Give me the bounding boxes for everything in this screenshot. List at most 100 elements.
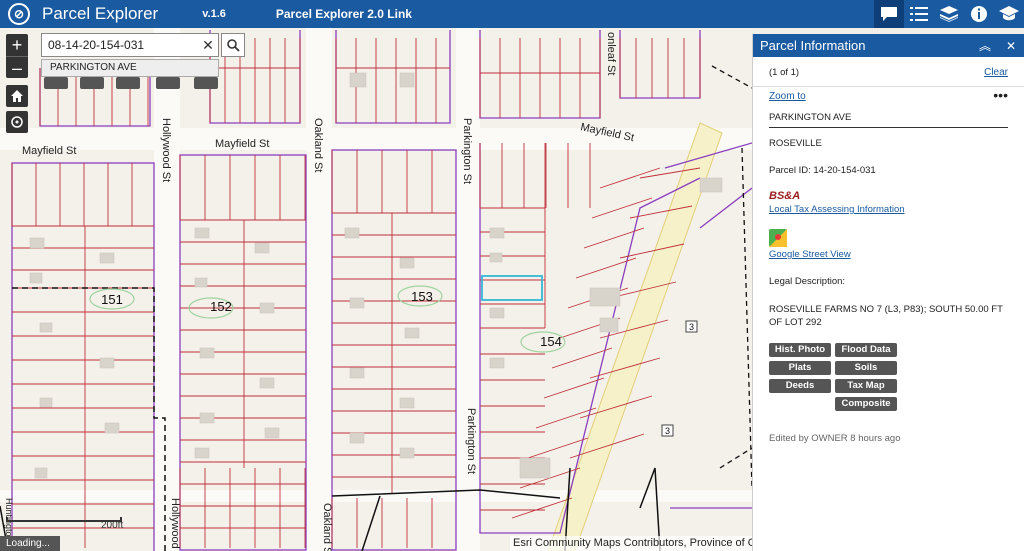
close-panel-icon[interactable]: ✕ (998, 39, 1024, 53)
panel-title: Parcel Information (760, 38, 866, 53)
parcel-address: PARKINGTON AVE (769, 112, 1008, 128)
building (34, 467, 48, 479)
map-tool-button[interactable] (156, 77, 180, 89)
street-label: Mayfield St (22, 145, 76, 157)
info-icon[interactable] (964, 0, 994, 28)
street-label: Parkington St (461, 118, 473, 184)
map-tool-button[interactable] (44, 77, 68, 89)
search-button[interactable] (221, 33, 245, 57)
street-label: Oakland St (321, 503, 333, 551)
collapse-panel-icon[interactable]: ︽ (972, 37, 998, 54)
parcel-map[interactable]: 151 152 153 154 Mayfield St Mayfield St … (0, 28, 752, 551)
block-label: 153 (411, 289, 433, 304)
map-canvas[interactable]: 151 152 153 154 Mayfield St Mayfield St … (0, 28, 752, 551)
building (349, 367, 365, 379)
home-icon (11, 90, 23, 102)
building (489, 252, 503, 263)
tax-map-button[interactable]: Tax Map (835, 379, 897, 393)
layers-icon[interactable] (934, 0, 964, 28)
building (194, 227, 210, 239)
parcel-line (591, 197, 653, 219)
block-label: 152 (210, 299, 232, 314)
bsa-logo[interactable]: BS&A (769, 190, 1008, 202)
building (104, 422, 120, 434)
parcel-explorer-2-link[interactable]: Parcel Explorer 2.0 Link (276, 7, 412, 21)
parcel-city: ROSEVILLE (769, 138, 822, 149)
clear-search-icon[interactable]: ✕ (198, 37, 218, 54)
building (404, 327, 420, 339)
building (349, 72, 367, 88)
street-view-link[interactable]: Google Street View (769, 249, 1008, 260)
building (39, 322, 53, 333)
building (194, 277, 208, 288)
loading-indicator: Loading... (0, 536, 60, 551)
building (199, 412, 215, 424)
street-label: Hollywood (169, 498, 181, 549)
more-options-icon[interactable]: ••• (993, 88, 1008, 102)
tax-assessing-link[interactable]: Local Tax Assessing Information (769, 204, 1008, 215)
zoom-control: + – (6, 34, 28, 78)
building (399, 257, 415, 269)
building (99, 252, 115, 264)
scale-label: 200ft (101, 520, 124, 531)
zoom-to-link[interactable]: Zoom to (769, 91, 806, 102)
list-icon[interactable] (904, 0, 934, 28)
building (489, 307, 505, 319)
locate-button[interactable] (6, 111, 28, 133)
app-version: v.1.6 (202, 8, 226, 20)
building (489, 357, 505, 369)
building (199, 347, 215, 359)
flood-data-button[interactable]: Flood Data (835, 343, 897, 357)
zoom-out-button[interactable]: – (6, 56, 28, 78)
building (599, 317, 619, 333)
feature-count: (1 of 1) (769, 67, 800, 78)
zoom-in-button[interactable]: + (6, 34, 28, 56)
block-label: 151 (101, 292, 123, 307)
block-label: 154 (540, 334, 562, 349)
soils-button[interactable]: Soils (835, 361, 897, 375)
building (39, 397, 53, 408)
street-label: Hollywood St (160, 118, 172, 182)
map-tool-button[interactable] (116, 77, 140, 89)
route-shield: 3 (665, 426, 670, 436)
app-title: Parcel Explorer (42, 4, 159, 23)
chat-popup-icon[interactable] (874, 0, 904, 28)
parcel-line (543, 377, 605, 399)
parcel-info-panel: Parcel Information ︽ ✕ (1 of 1) Clear Zo… (752, 34, 1024, 551)
street-label: onleaf St (605, 32, 617, 75)
building (344, 227, 360, 239)
building (489, 227, 505, 239)
building (349, 297, 365, 309)
clear-link[interactable]: Clear (984, 67, 1008, 78)
route-shield: 3 (689, 322, 694, 332)
building (589, 287, 621, 307)
parcel-search-input[interactable] (42, 34, 198, 56)
home-button[interactable] (6, 85, 28, 107)
search-box: ✕ (41, 33, 219, 57)
parcel-id: Parcel ID: 14-20-154-031 (769, 165, 876, 176)
building (519, 457, 551, 479)
building (699, 177, 723, 193)
building (99, 357, 115, 369)
hist-photo-button[interactable]: Hist. Photo (769, 343, 831, 357)
deeds-button[interactable]: Deeds (769, 379, 831, 393)
parcel-line (599, 167, 661, 189)
legal-description-label: Legal Description: (769, 276, 846, 287)
building (29, 272, 43, 284)
parcel-line (583, 227, 645, 249)
building (399, 72, 415, 88)
building (254, 242, 270, 254)
building (259, 377, 275, 389)
search-icon (226, 38, 240, 52)
street-view-icon[interactable] (769, 229, 787, 247)
graduation-cap-icon[interactable] (994, 0, 1024, 28)
map-tool-button[interactable] (194, 77, 218, 89)
building (194, 447, 210, 459)
plats-button[interactable]: Plats (769, 361, 831, 375)
building (399, 447, 415, 459)
parcel-line (575, 257, 637, 279)
divider (753, 86, 1024, 87)
composite-button[interactable]: Composite (835, 397, 897, 411)
map-tool-button[interactable] (80, 77, 104, 89)
search-suggestion[interactable]: PARKINGTON AVE (41, 59, 219, 77)
